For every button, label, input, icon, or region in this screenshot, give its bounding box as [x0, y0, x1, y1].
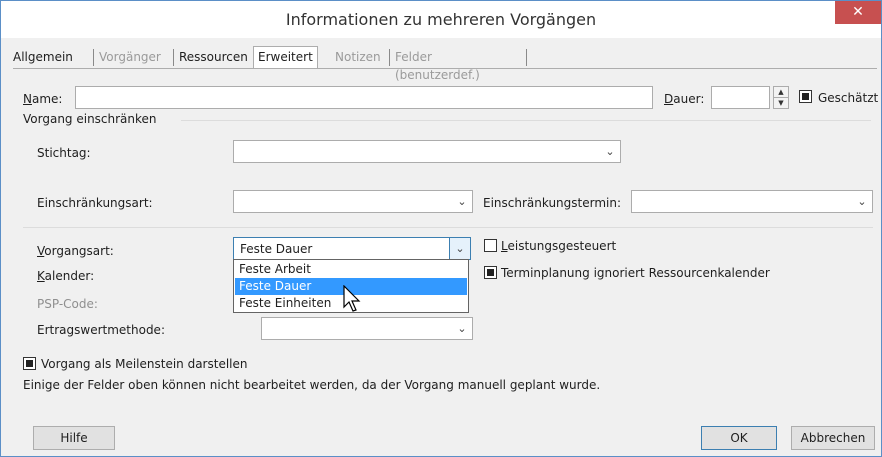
chevron-down-icon[interactable]: ⌄ [452, 318, 472, 339]
terminplanung-checkbox[interactable] [484, 266, 497, 279]
tab-separator [526, 49, 527, 66]
tab-separator [389, 49, 390, 66]
einschraenkungstermin-combo[interactable]: ⌄ [631, 190, 873, 213]
close-button[interactable]: ✕ [835, 1, 881, 24]
stichtag-combo[interactable]: ⌄ [233, 140, 621, 163]
tab-vorgaenger[interactable]: Vorgänger [99, 48, 161, 66]
tab-separator [93, 49, 94, 66]
vorgangsart-label: Vorgangsart: [37, 244, 114, 258]
leistungsgesteuert-label: Leistungsgesteuert [501, 239, 617, 253]
einschraenkungsart-label: Einschränkungsart: [37, 196, 153, 210]
meilenstein-label: Vorgang als Meilenstein darstellen [41, 357, 248, 371]
mouse-cursor-icon [343, 285, 361, 312]
vorgangsart-combo[interactable]: Feste Dauer ⌄ [233, 237, 471, 260]
group-divider [181, 120, 871, 121]
leistungsgesteuert-checkbox[interactable] [484, 239, 497, 252]
kalender-label: Kalender: [37, 269, 95, 283]
chevron-down-icon[interactable]: ⌄ [452, 191, 472, 212]
chevron-down-icon[interactable]: ⌄ [600, 141, 620, 162]
title-bar: Informationen zu mehreren Vorgängen ✕ [1, 1, 881, 38]
hilfe-button[interactable]: Hilfe [33, 426, 115, 450]
dialog-title: Informationen zu mehreren Vorgängen [285, 10, 597, 29]
stichtag-label: Stichtag: [37, 146, 91, 160]
geschaetzt-label: Geschätzt [818, 91, 879, 105]
tab-ressourcen[interactable]: Ressourcen [179, 48, 248, 66]
geschaetzt-checkbox[interactable] [799, 90, 812, 103]
section-divider [23, 227, 873, 228]
spin-up-icon[interactable]: ▲ [774, 87, 788, 98]
dauer-label: Dauer: [664, 92, 705, 106]
chevron-down-icon[interactable]: ⌄ [449, 238, 470, 259]
tab-separator [173, 49, 174, 66]
chevron-down-icon[interactable]: ⌄ [852, 191, 872, 212]
tab-notizen[interactable]: Notizen [335, 48, 381, 66]
einschraenkungsart-combo[interactable]: ⌄ [233, 190, 473, 213]
name-input[interactable] [75, 86, 653, 109]
ertragswertmethode-combo[interactable]: ⌄ [261, 317, 473, 340]
tab-erweitert[interactable]: Erweitert [253, 46, 318, 68]
tab-felder[interactable]: Felder (benutzerdef.) [395, 48, 480, 82]
manual-schedule-note: Einige der Felder oben können nicht bear… [23, 378, 601, 392]
spin-down-icon[interactable]: ▼ [774, 98, 788, 108]
abbrechen-button[interactable]: Abbrechen [791, 426, 875, 450]
vorgang-einschraenken-group-label: Vorgang einschränken [23, 112, 157, 126]
meilenstein-checkbox[interactable] [23, 357, 36, 370]
ertragswertmethode-label: Ertragswertmethode: [37, 323, 165, 337]
einschraenkungstermin-label: Einschränkungstermin: [483, 196, 622, 210]
tab-allgemein[interactable]: Allgemein [13, 48, 73, 66]
dialog-window: Informationen zu mehreren Vorgängen ✕ Al… [0, 0, 882, 457]
dauer-spinner[interactable]: ▲ ▼ [773, 86, 789, 109]
name-label: Name: [23, 92, 63, 106]
ok-button[interactable]: OK [701, 426, 777, 450]
terminplanung-label: Terminplanung ignoriert Ressourcenkalend… [501, 266, 770, 280]
option-feste-arbeit[interactable]: Feste Arbeit [235, 261, 467, 278]
dauer-input[interactable] [711, 86, 770, 109]
psp-code-label: PSP-Code: [37, 297, 98, 311]
